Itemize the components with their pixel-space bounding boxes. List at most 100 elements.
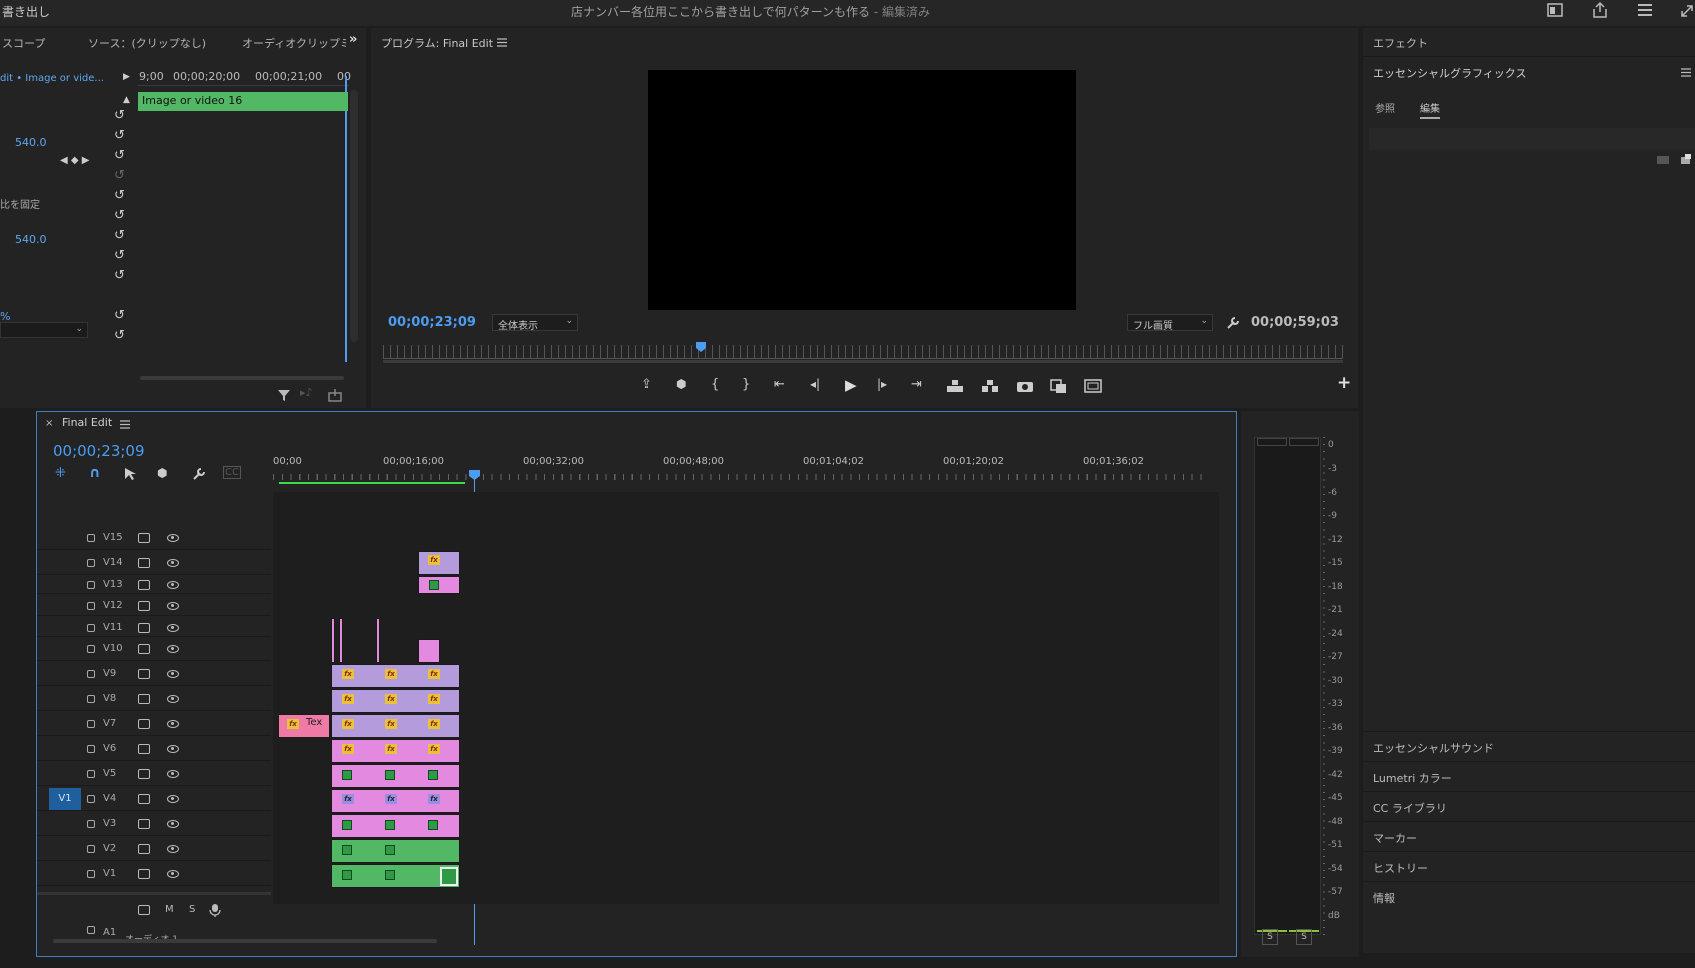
- filter-icon[interactable]: [276, 388, 292, 402]
- solo-left-button[interactable]: S: [1262, 929, 1278, 945]
- program-timecode[interactable]: 00;00;23;09: [388, 315, 476, 330]
- panel-markers[interactable]: マーカー: [1363, 821, 1695, 850]
- anchor-value[interactable]: 540.0: [15, 233, 47, 246]
- clip[interactable]: fx: [418, 551, 460, 575]
- microphone-icon[interactable]: [209, 903, 221, 917]
- clip[interactable]: [331, 814, 460, 838]
- reset-icon[interactable]: ↺: [114, 228, 125, 243]
- reset-icon[interactable]: ↺: [114, 108, 125, 123]
- mute-button[interactable]: M: [165, 904, 174, 915]
- export-label[interactable]: 書き出し: [2, 3, 50, 20]
- mini-ruler[interactable]: 9;00 00;00;20;00 00;00;21;00 00: [137, 68, 351, 86]
- program-preview[interactable]: [648, 70, 1076, 310]
- clip[interactable]: fx fx fx: [331, 714, 460, 738]
- zoom-scroll-bar[interactable]: [383, 360, 1343, 363]
- export-clip-icon[interactable]: [327, 388, 343, 402]
- reset-icon[interactable]: ↺: [114, 188, 125, 203]
- clip[interactable]: fx fx fx: [331, 689, 460, 713]
- export-frame-icon[interactable]: ⇪: [641, 377, 652, 392]
- go-to-in-icon[interactable]: ⇤: [774, 377, 785, 392]
- audio-track-header: M S A1 オーディオ 1: [37, 892, 271, 945]
- clip[interactable]: [331, 618, 335, 663]
- panel-menu-icon[interactable]: [497, 38, 507, 47]
- workspace-icon[interactable]: [1546, 2, 1564, 18]
- reset-icon[interactable]: ↺: [114, 328, 125, 343]
- solo-button[interactable]: S: [189, 904, 195, 915]
- solo-right-button[interactable]: S: [1296, 929, 1312, 945]
- lift-icon[interactable]: [946, 378, 964, 394]
- zoom-select[interactable]: 全体表示 ⌄: [492, 314, 578, 332]
- new-layer-icon[interactable]: [1679, 153, 1693, 165]
- panel-lumetri-color[interactable]: Lumetri カラー: [1363, 761, 1695, 790]
- play-only-icon[interactable]: ▶: [123, 72, 130, 82]
- button-editor-icon[interactable]: +: [1337, 373, 1351, 393]
- panel-menu-icon[interactable]: [1636, 2, 1654, 18]
- mini-clip[interactable]: Image or video 16: [138, 92, 348, 111]
- reset-icon[interactable]: ↺: [114, 148, 125, 163]
- blend-mode-select[interactable]: ⌄: [0, 322, 88, 338]
- safe-margins-icon[interactable]: [1084, 378, 1102, 394]
- text-clip[interactable]: fx Tex: [278, 714, 330, 738]
- reset-icon[interactable]: ↺: [114, 208, 125, 223]
- mark-out-icon[interactable]: }: [742, 377, 750, 392]
- panel-essential-sound[interactable]: エッセンシャルサウンド: [1363, 731, 1695, 760]
- clip-path[interactable]: dit • Image or vide...: [0, 73, 104, 84]
- go-to-out-icon[interactable]: ⇥: [911, 377, 922, 392]
- mark-in-icon[interactable]: {: [711, 377, 719, 392]
- clip[interactable]: fx fx fx: [331, 739, 460, 763]
- wrench-icon[interactable]: [1225, 315, 1241, 331]
- clip[interactable]: [331, 839, 460, 863]
- play-icon[interactable]: ▶: [845, 376, 857, 394]
- more-tabs-icon[interactable]: »: [349, 32, 357, 47]
- layers-list: [1369, 128, 1695, 150]
- position-value[interactable]: 540.0: [15, 136, 47, 149]
- clip[interactable]: [418, 576, 460, 594]
- reset-icon[interactable]: ↺: [114, 308, 125, 323]
- clip[interactable]: [376, 618, 380, 663]
- clip[interactable]: [331, 764, 460, 788]
- panel-cc-libraries[interactable]: CC ライブラリ: [1363, 791, 1695, 820]
- reset-icon[interactable]: ↺: [114, 268, 125, 283]
- clip[interactable]: fx fx fx: [331, 664, 460, 688]
- mini-zoom-bar[interactable]: [140, 376, 344, 380]
- add-marker-icon[interactable]: ⬢: [676, 377, 686, 391]
- sync-lock-icon[interactable]: [138, 905, 150, 915]
- extract-icon[interactable]: [981, 378, 999, 394]
- clip[interactable]: fx fx fx: [331, 789, 460, 813]
- effects-tab[interactable]: エフェクト: [1373, 35, 1428, 51]
- camera-icon[interactable]: [1016, 378, 1034, 394]
- timeline-zoom-bar[interactable]: [53, 939, 437, 943]
- step-back-icon[interactable]: ◂|: [810, 377, 820, 391]
- reset-icon[interactable]: ↺: [114, 128, 125, 143]
- panel-menu-icon[interactable]: [1681, 68, 1691, 77]
- expand-icon[interactable]: [1678, 2, 1695, 19]
- comparison-view-icon[interactable]: [1050, 378, 1068, 394]
- panel-info[interactable]: 情報: [1363, 881, 1695, 910]
- clip[interactable]: [331, 864, 460, 888]
- audio-meter-panel: 0 -3 -6 -9 -12 -15 -18 -21 -24 -27 -30 -…: [1241, 411, 1359, 957]
- mini-playhead[interactable]: [345, 76, 347, 362]
- panel-history[interactable]: ヒストリー: [1363, 851, 1695, 880]
- tab-browse[interactable]: 参照: [1375, 100, 1395, 115]
- clip[interactable]: [339, 618, 343, 663]
- keyframe-nav[interactable]: ◀ ◆ ▶: [60, 155, 89, 166]
- share-icon[interactable]: [1591, 1, 1609, 19]
- reset-icon: ↺: [114, 168, 125, 183]
- essential-graphics-title[interactable]: エッセンシャルグラフィックス: [1373, 65, 1526, 81]
- vertical-scrollbar[interactable]: [1128, 488, 1136, 888]
- folder-icon[interactable]: [1656, 153, 1670, 165]
- program-title[interactable]: プログラム: Final Edit: [381, 35, 493, 51]
- tab-audio-clip-mixer[interactable]: オーディオクリップミ: [242, 35, 346, 51]
- mini-scrollbar[interactable]: [350, 90, 358, 342]
- clip[interactable]: [418, 639, 440, 663]
- step-forward-icon[interactable]: |▸: [877, 377, 887, 391]
- tab-scopes[interactable]: スコープ: [2, 35, 45, 51]
- selected-clip[interactable]: [440, 867, 458, 886]
- program-scrubber[interactable]: [383, 345, 1343, 359]
- reset-icon[interactable]: ↺: [114, 248, 125, 263]
- tab-edit[interactable]: 編集: [1420, 100, 1440, 119]
- play-audio-icon: ▸♪: [300, 386, 313, 399]
- quality-select[interactable]: フル画質 ⌄: [1127, 314, 1213, 332]
- tab-source[interactable]: ソース：(クリップなし): [88, 35, 206, 51]
- lock-icon[interactable]: [87, 926, 95, 934]
